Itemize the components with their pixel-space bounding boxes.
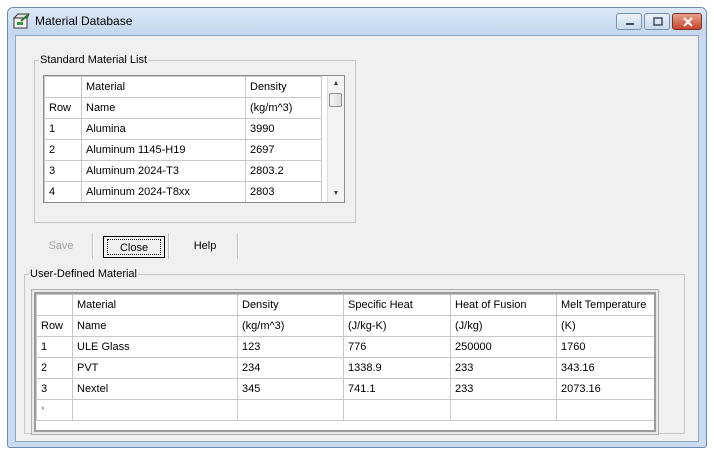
close-button[interactable]: Close xyxy=(103,236,165,258)
standard-material-table[interactable]: Material Density Row Name (kg/m^3) 1 Alu… xyxy=(43,75,345,203)
material-name-cell[interactable]: Nextel xyxy=(72,378,238,400)
save-button[interactable]: Save xyxy=(33,236,89,258)
user-defined-material-table[interactable]: Material Density Specific Heat Heat of F… xyxy=(34,292,656,432)
row-number: 3 xyxy=(36,378,73,400)
user-defined-material-legend: User-Defined Material xyxy=(29,267,138,281)
window-title: Material Database xyxy=(35,14,133,28)
header-cell: (J/kg) xyxy=(450,315,557,337)
header-cell: Name xyxy=(72,315,238,337)
new-row-marker: * xyxy=(36,399,73,421)
row-number: 4 xyxy=(44,181,82,202)
maximize-button[interactable] xyxy=(644,13,670,30)
density-cell[interactable] xyxy=(237,399,344,421)
specific-heat-cell[interactable]: 776 xyxy=(343,336,451,358)
header-cell: Row xyxy=(44,97,82,119)
heat-of-fusion-cell[interactable]: 233 xyxy=(450,378,557,400)
header-cell: Material xyxy=(81,76,246,98)
table-header-row: Material Density xyxy=(44,76,322,98)
header-cell xyxy=(36,294,73,316)
density-cell[interactable]: 123 xyxy=(237,336,344,358)
header-cell: (kg/m^3) xyxy=(245,97,322,119)
button-separator xyxy=(92,233,94,259)
button-separator xyxy=(237,233,239,259)
density-cell[interactable]: 2803 xyxy=(245,181,322,202)
header-cell: (J/kg-K) xyxy=(343,315,451,337)
table-row[interactable]: 3 Nextel 345 741.1 233 2073.16 xyxy=(36,378,654,400)
density-cell[interactable]: 2697 xyxy=(245,139,322,161)
header-cell: Density xyxy=(237,294,344,316)
material-name-cell[interactable]: Aluminum 2024-T3 xyxy=(81,160,246,182)
density-cell[interactable]: 345 xyxy=(237,378,344,400)
minimize-icon xyxy=(626,23,634,25)
table-header-row: Row Name (kg/m^3) (J/kg-K) (J/kg) (K) xyxy=(36,315,654,337)
material-name-cell[interactable]: Aluminum 2024-T8xx xyxy=(81,181,246,202)
density-cell[interactable]: 2803.2 xyxy=(245,160,322,182)
scroll-up-icon[interactable]: ▲ xyxy=(328,76,344,92)
table-row[interactable]: 4 Aluminum 2024-T8xx 2803 xyxy=(44,181,322,202)
header-cell: Density xyxy=(245,76,322,98)
heat-of-fusion-cell[interactable]: 250000 xyxy=(450,336,557,358)
header-cell: Heat of Fusion xyxy=(450,294,557,316)
row-number: 2 xyxy=(44,139,82,161)
row-number: 3 xyxy=(44,160,82,182)
scroll-thumb[interactable] xyxy=(329,93,342,107)
title-bar[interactable]: Material Database xyxy=(8,8,706,35)
row-number: 1 xyxy=(44,118,82,140)
header-cell: Name xyxy=(81,97,246,119)
close-window-button[interactable] xyxy=(672,13,702,30)
maximize-icon xyxy=(653,17,663,26)
close-button-label: Close xyxy=(107,239,161,255)
header-cell: Material xyxy=(72,294,238,316)
material-database-window: Material Database Standard Material List… xyxy=(7,7,707,448)
header-cell: Row xyxy=(36,315,73,337)
vertical-scrollbar[interactable]: ▲ ▼ xyxy=(327,76,344,202)
material-name-cell[interactable]: Aluminum 1145-H19 xyxy=(81,139,246,161)
material-name-cell[interactable]: Alumina xyxy=(81,118,246,140)
melt-temperature-cell[interactable]: 343.16 xyxy=(556,357,654,379)
standard-material-list-legend: Standard Material List xyxy=(39,53,148,67)
material-name-cell[interactable]: ULE Glass xyxy=(72,336,238,358)
specific-heat-cell[interactable]: 741.1 xyxy=(343,378,451,400)
window-client-area: Standard Material List Material Density … xyxy=(15,35,699,442)
specific-heat-cell[interactable] xyxy=(343,399,451,421)
header-cell xyxy=(44,76,82,98)
material-name-cell[interactable]: PVT xyxy=(72,357,238,379)
heat-of-fusion-cell[interactable] xyxy=(450,399,557,421)
header-cell: Specific Heat xyxy=(343,294,451,316)
table-row[interactable]: 2 PVT 234 1338.9 233 343.16 xyxy=(36,357,654,379)
table-row[interactable]: 1 Alumina 3990 xyxy=(44,118,322,140)
help-button[interactable]: Help xyxy=(177,236,233,258)
density-cell[interactable]: 3990 xyxy=(245,118,322,140)
melt-temperature-cell[interactable] xyxy=(556,399,654,421)
heat-of-fusion-cell[interactable]: 233 xyxy=(450,357,557,379)
header-cell: (K) xyxy=(556,315,654,337)
material-name-cell[interactable] xyxy=(72,399,238,421)
specific-heat-cell[interactable]: 1338.9 xyxy=(343,357,451,379)
material-database-icon xyxy=(13,13,30,29)
table-header-row: Material Density Specific Heat Heat of F… xyxy=(36,294,654,316)
button-separator xyxy=(168,233,170,259)
header-cell: Melt Temperature xyxy=(556,294,654,316)
new-row[interactable]: * xyxy=(36,399,654,421)
standard-material-list-group: Standard Material List Material Density … xyxy=(34,53,356,223)
table-row[interactable]: 2 Aluminum 1145-H19 2697 xyxy=(44,139,322,161)
close-icon xyxy=(683,17,693,27)
row-number: 1 xyxy=(36,336,73,358)
row-number: 2 xyxy=(36,357,73,379)
melt-temperature-cell[interactable]: 1760 xyxy=(556,336,654,358)
minimize-button[interactable] xyxy=(616,13,642,30)
scroll-down-icon[interactable]: ▼ xyxy=(328,186,344,202)
table-header-row: Row Name (kg/m^3) xyxy=(44,97,322,119)
melt-temperature-cell[interactable]: 2073.16 xyxy=(556,378,654,400)
table-row[interactable]: 1 ULE Glass 123 776 250000 1760 xyxy=(36,336,654,358)
user-defined-material-table-frame: Material Density Specific Heat Heat of F… xyxy=(31,289,659,435)
header-cell: (kg/m^3) xyxy=(237,315,344,337)
density-cell[interactable]: 234 xyxy=(237,357,344,379)
table-row[interactable]: 3 Aluminum 2024-T3 2803.2 xyxy=(44,160,322,182)
